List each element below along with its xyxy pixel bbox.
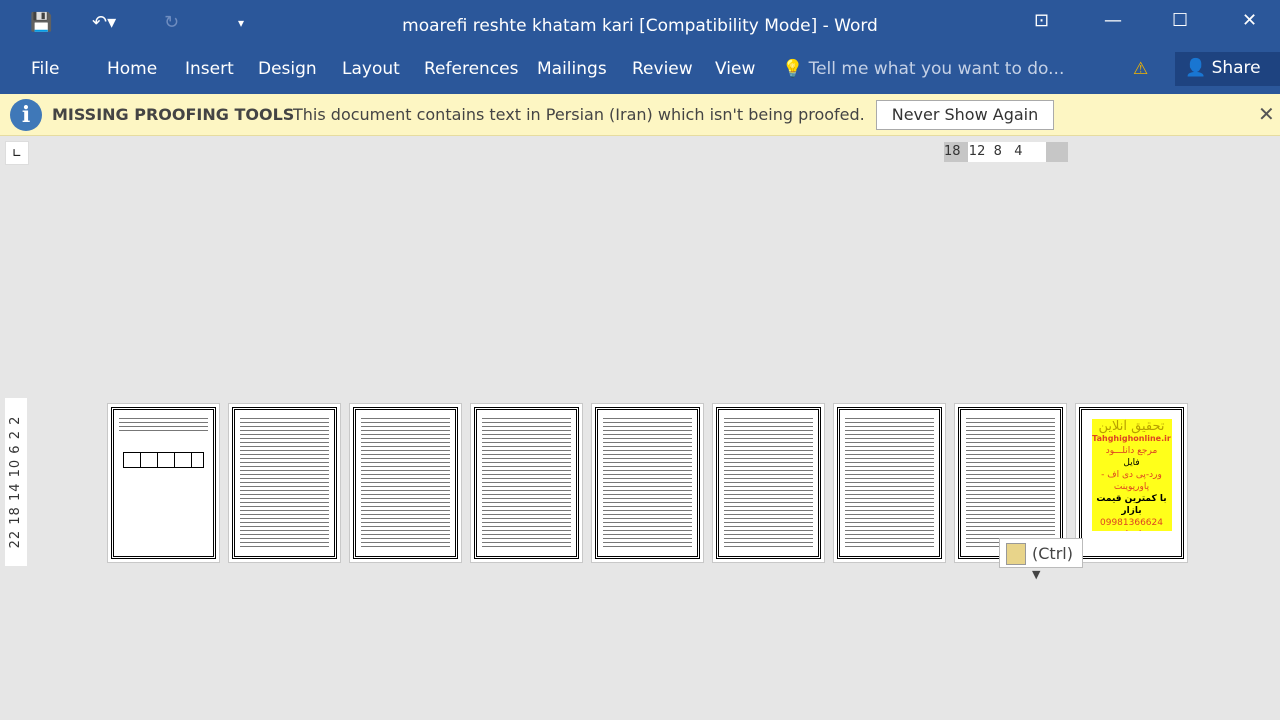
ribbon-tabs: File Home Insert Design Layout Reference… bbox=[0, 52, 1280, 94]
page-2[interactable] bbox=[228, 403, 341, 563]
tab-layout[interactable]: Layout bbox=[342, 59, 400, 79]
page-5[interactable] bbox=[591, 403, 704, 563]
tell-me-text: Tell me what you want to do... bbox=[808, 59, 1065, 79]
ad-line: مرجع دانلـــود bbox=[1105, 446, 1158, 456]
clipboard-icon bbox=[1006, 543, 1026, 565]
message-bar: i MISSING PROOFING TOOLS This document c… bbox=[0, 94, 1280, 136]
tab-review[interactable]: Review bbox=[632, 59, 693, 79]
tab-file[interactable]: File bbox=[31, 59, 59, 79]
share-button[interactable]: 👤 Share bbox=[1175, 52, 1280, 86]
ad-line: ورد-پی دی اف - پاورپوینت bbox=[1101, 470, 1162, 492]
ruler-ticks: 22 18 14 10 6 2 2 bbox=[8, 415, 23, 549]
tab-references[interactable]: References bbox=[424, 59, 518, 79]
ad-line: 09981366624 واتساپ bbox=[1100, 518, 1163, 531]
advertisement-image: تحقیق آنلاین Tahghighonline.ir مرجع دانل… bbox=[1091, 419, 1172, 531]
ad-line: با کمترین قیمت بازار bbox=[1096, 494, 1167, 516]
tab-design[interactable]: Design bbox=[258, 59, 317, 79]
ad-title: تحقیق آنلاین bbox=[1098, 419, 1165, 434]
title-bar: 💾 ↶▾ ↻ ▾ moarefi reshte khatam kari [Com… bbox=[0, 0, 1280, 52]
maximize-icon[interactable]: ☐ bbox=[1172, 10, 1188, 31]
never-show-again-button[interactable]: Never Show Again bbox=[876, 100, 1054, 130]
share-label: Share bbox=[1211, 58, 1261, 78]
tab-home[interactable]: Home bbox=[107, 59, 157, 79]
ad-line: فایل bbox=[1123, 458, 1140, 468]
lightbulb-icon: 💡 bbox=[782, 59, 804, 79]
tab-view[interactable]: View bbox=[715, 59, 755, 79]
page-7[interactable] bbox=[833, 403, 946, 563]
ad-site: Tahghighonline.ir bbox=[1092, 434, 1171, 443]
person-add-icon: 👤 bbox=[1185, 58, 1207, 78]
tab-insert[interactable]: Insert bbox=[185, 59, 234, 79]
ruler-ticks: 18 12 8 4 bbox=[944, 144, 1023, 159]
vertical-ruler[interactable]: 22 18 14 10 6 2 2 bbox=[5, 398, 27, 566]
page-9[interactable]: تحقیق آنلاین Tahghighonline.ir مرجع دانل… bbox=[1075, 403, 1188, 563]
ribbon-display-icon[interactable]: ⊡ bbox=[1034, 10, 1049, 31]
message-text: This document contains text in Persian (… bbox=[293, 105, 865, 124]
chevron-down-icon: ▼ bbox=[1032, 568, 1041, 581]
tell-me-search[interactable]: 💡 Tell me what you want to do... bbox=[782, 59, 1064, 79]
page-4[interactable] bbox=[470, 403, 583, 563]
tab-selector-icon[interactable]: ∟ bbox=[5, 141, 29, 165]
tab-mailings[interactable]: Mailings bbox=[537, 59, 607, 79]
close-icon[interactable]: ✕ bbox=[1242, 10, 1257, 31]
paste-options-label: (Ctrl) bbox=[1032, 544, 1073, 563]
warning-icon[interactable]: ⚠ bbox=[1133, 59, 1148, 79]
info-icon: i bbox=[10, 99, 42, 131]
page-6[interactable] bbox=[712, 403, 825, 563]
window-title: moarefi reshte khatam kari [Compatibilit… bbox=[402, 16, 878, 36]
horizontal-ruler[interactable]: 18 12 8 4 bbox=[944, 142, 1068, 162]
page-1[interactable] bbox=[107, 403, 220, 563]
close-message-icon[interactable]: ✕ bbox=[1258, 102, 1275, 126]
minimize-icon[interactable]: — bbox=[1104, 10, 1122, 31]
page-3[interactable] bbox=[349, 403, 462, 563]
message-heading: MISSING PROOFING TOOLS bbox=[52, 105, 295, 124]
paste-options-button[interactable]: (Ctrl) ▼ bbox=[999, 538, 1083, 581]
